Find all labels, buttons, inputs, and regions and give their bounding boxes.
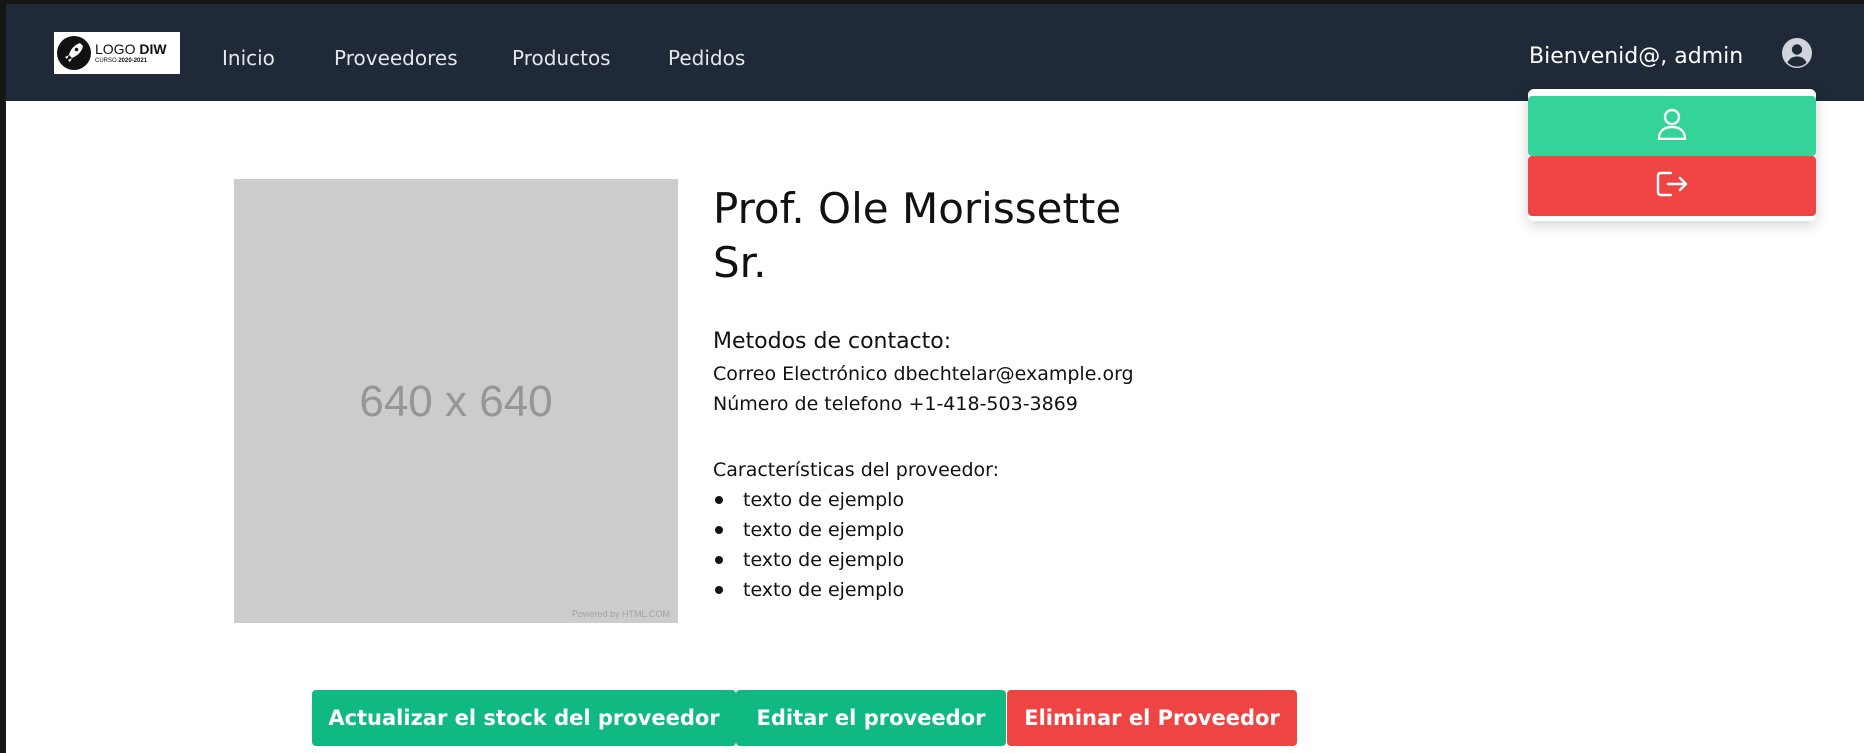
user-icon — [1657, 108, 1687, 144]
profile-button[interactable] — [1528, 96, 1816, 156]
window-left-border — [0, 0, 6, 753]
image-placeholder-label: 640 x 640 — [359, 377, 553, 426]
features-title: Características del proveedor: — [713, 459, 1000, 481]
update-stock-button[interactable]: Actualizar el stock del proveedor — [312, 690, 736, 746]
logo-title: LOGO DIW — [95, 41, 167, 57]
list-item: texto de ejemplo — [713, 519, 904, 541]
user-dropdown-menu — [1528, 89, 1816, 221]
rocket-logo-icon — [57, 36, 91, 70]
nav-link-pedidos[interactable]: Pedidos — [668, 46, 745, 70]
image-powered-by: Powered by HTML.COM — [571, 609, 670, 619]
list-item: texto de ejemplo — [713, 579, 904, 601]
contact-methods-title: Metodos de contacto: — [713, 329, 952, 354]
logout-icon — [1655, 169, 1689, 203]
list-item: texto de ejemplo — [713, 489, 904, 511]
phone-label: Número de telefono — [713, 393, 903, 415]
welcome-text: Bienvenid@, admin — [1529, 44, 1744, 69]
list-item: texto de ejemplo — [713, 549, 904, 571]
bullet-icon — [715, 526, 723, 534]
phone-value: +1-418-503-3869 — [908, 393, 1078, 415]
delete-provider-button[interactable]: Eliminar el Proveedor — [1007, 690, 1297, 746]
logo-text: LOGO DIW CURSO 2020-2021 — [95, 42, 167, 64]
logout-button[interactable] — [1528, 156, 1816, 216]
bullet-icon — [715, 496, 723, 504]
bullet-icon — [715, 556, 723, 564]
contact-phone: Número de telefono +1-418-503-3869 — [713, 393, 1078, 415]
email-value: dbechtelar@example.org — [893, 363, 1134, 385]
navbar: LOGO DIW CURSO 2020-2021 Inicio Proveedo… — [6, 4, 1864, 101]
nav-link-proveedores[interactable]: Proveedores — [334, 46, 458, 70]
nav-link-inicio[interactable]: Inicio — [222, 46, 275, 70]
contact-email: Correo Electrónico dbechtelar@example.or… — [713, 363, 1134, 385]
edit-provider-button[interactable]: Editar el proveedor — [736, 690, 1006, 746]
bullet-icon — [715, 586, 723, 594]
logo-subtitle: CURSO 2020-2021 — [95, 58, 148, 64]
provider-image: 640 x 640 Powered by HTML.COM — [234, 179, 678, 623]
nav-link-productos[interactable]: Productos — [512, 46, 611, 70]
logo[interactable]: LOGO DIW CURSO 2020-2021 — [54, 32, 180, 74]
email-label: Correo Electrónico — [713, 363, 888, 385]
provider-name: Prof. Ole Morissette Sr. — [713, 184, 1122, 287]
user-circle-icon[interactable] — [1781, 37, 1813, 69]
